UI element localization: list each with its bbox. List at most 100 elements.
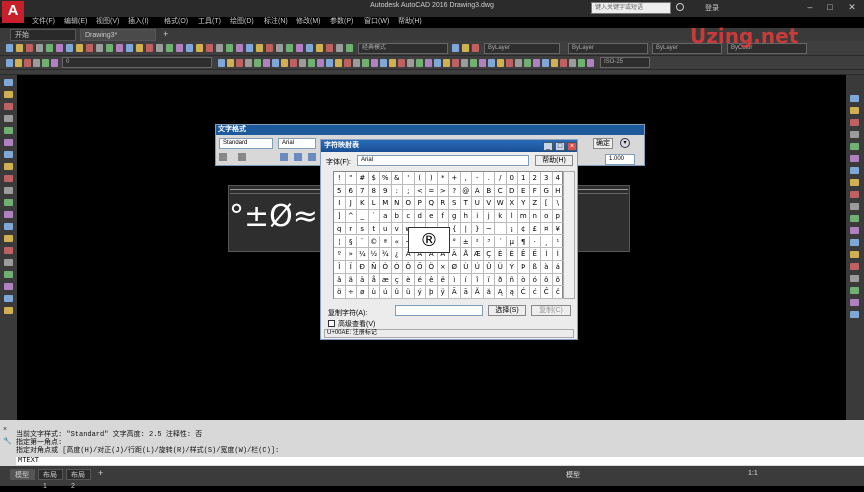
character-cell[interactable]: G: [541, 184, 553, 198]
character-cell[interactable]: (: [414, 172, 426, 185]
character-cell[interactable]: µ: [506, 235, 518, 249]
tool-icon[interactable]: [850, 155, 859, 162]
toolbar-button-icon[interactable]: [196, 44, 203, 52]
character-cell[interactable]: Î: [334, 260, 346, 274]
character-cell[interactable]: 1: [518, 172, 530, 185]
character-cell[interactable]: ¨: [357, 235, 369, 249]
toolbar-button-icon[interactable]: [335, 59, 342, 67]
toolbar-button-icon[interactable]: [462, 44, 469, 52]
character-cell[interactable]: ë: [437, 273, 449, 287]
toolbar-button-icon[interactable]: [371, 59, 378, 67]
toolbar-button-icon[interactable]: [515, 59, 522, 67]
toolbar-button-icon[interactable]: [256, 44, 263, 52]
toolbar-button-icon[interactable]: [216, 44, 223, 52]
character-cell[interactable]: Ú: [472, 260, 484, 274]
character-cell[interactable]: [495, 222, 507, 236]
character-cell[interactable]: Þ: [518, 260, 530, 274]
character-cell[interactable]: °: [449, 235, 461, 249]
character-cell[interactable]: º: [334, 248, 346, 261]
close-icon[interactable]: ×: [3, 426, 7, 433]
character-cell[interactable]: f: [437, 210, 449, 223]
character-cell[interactable]: ]: [334, 210, 346, 223]
tool-icon[interactable]: [850, 143, 859, 150]
toolbar-button-icon[interactable]: [461, 59, 468, 67]
character-cell[interactable]: ,: [460, 172, 472, 185]
toolbar-button-icon[interactable]: [452, 59, 459, 67]
toolbar-button-icon[interactable]: [452, 44, 459, 52]
tool-icon[interactable]: [4, 223, 13, 230]
character-cell[interactable]: #: [357, 172, 369, 185]
character-cell[interactable]: 0: [506, 172, 518, 185]
character-cell[interactable]: ©: [368, 235, 380, 249]
toolbar-button-icon[interactable]: [362, 59, 369, 67]
toolbar-button-icon[interactable]: [326, 59, 333, 67]
tool-icon[interactable]: [4, 235, 13, 242]
character-cell[interactable]: §: [345, 235, 357, 249]
toolbar-button-icon[interactable]: [425, 59, 432, 67]
toolbar-button-icon[interactable]: [206, 44, 213, 52]
model-space-toggle[interactable]: 模型: [566, 470, 580, 480]
advanced-view-checkbox[interactable]: [328, 320, 335, 327]
toolbar-button-icon[interactable]: [254, 59, 261, 67]
tool-icon[interactable]: [850, 275, 859, 282]
character-cell[interactable]: =: [426, 184, 438, 198]
character-cell[interactable]: 5: [334, 184, 346, 198]
tool-icon[interactable]: [850, 107, 859, 114]
options-icon[interactable]: ▾: [620, 138, 630, 148]
character-cell[interactable]: ¢: [518, 222, 530, 236]
menu-item[interactable]: 视图(V): [96, 16, 119, 26]
character-cell[interactable]: 3: [541, 172, 553, 185]
wrench-icon[interactable]: 🔧: [3, 437, 12, 445]
character-cell[interactable]: v: [391, 222, 403, 236]
character-cell[interactable]: ã: [345, 273, 357, 287]
character-cell[interactable]: W: [495, 197, 507, 211]
align-right-icon[interactable]: [308, 153, 316, 161]
align-left-icon[interactable]: [280, 153, 288, 161]
toolbar-button-icon[interactable]: [336, 44, 343, 52]
character-cell[interactable]: ê: [426, 273, 438, 287]
tool-icon[interactable]: [850, 203, 859, 210]
toolbar-button-icon[interactable]: [290, 59, 297, 67]
character-cell[interactable]: Ë: [529, 248, 541, 261]
character-cell[interactable]: b: [391, 210, 403, 223]
character-cell[interactable]: d: [414, 210, 426, 223]
toolbar-button-icon[interactable]: [156, 44, 163, 52]
character-cell[interactable]: ą: [506, 286, 518, 299]
workspace-dropdown[interactable]: 经典模式: [358, 43, 448, 54]
character-cell[interactable]: »: [345, 248, 357, 261]
character-cell[interactable]: J: [345, 197, 357, 211]
toolbar-button-icon[interactable]: [380, 59, 387, 67]
toolbar-button-icon[interactable]: [42, 59, 49, 67]
character-cell[interactable]: ø: [357, 286, 369, 299]
toolbar-button-icon[interactable]: [51, 59, 58, 67]
select-button[interactable]: 选择(S): [488, 305, 526, 316]
character-cell[interactable]: ā: [460, 286, 472, 299]
dimstyle-dropdown[interactable]: ISO-25: [600, 57, 650, 68]
toolbar-button-icon[interactable]: [6, 44, 13, 52]
character-cell[interactable]: 8: [368, 184, 380, 198]
character-cell[interactable]: c: [403, 210, 415, 223]
character-cell[interactable]: *: [437, 172, 449, 185]
toolbar-button-icon[interactable]: [316, 44, 323, 52]
character-cell[interactable]: Ì: [541, 248, 553, 261]
character-cell[interactable]: ;: [403, 184, 415, 198]
toolbar-button-icon[interactable]: [416, 59, 423, 67]
character-cell[interactable]: «: [391, 235, 403, 249]
character-cell[interactable]: `: [368, 210, 380, 223]
character-cell[interactable]: Ö: [426, 260, 438, 274]
character-cell[interactable]: |: [460, 222, 472, 236]
toolbar-button-icon[interactable]: [434, 59, 441, 67]
character-cell[interactable]: Ý: [506, 260, 518, 274]
character-cell[interactable]: þ: [426, 286, 438, 299]
character-cell[interactable]: ÿ: [437, 286, 449, 299]
character-cell[interactable]: Ą: [495, 286, 507, 299]
character-cell[interactable]: ¡: [506, 222, 518, 236]
character-cell[interactable]: P: [414, 197, 426, 211]
toolbar-button-icon[interactable]: [281, 59, 288, 67]
tool-icon[interactable]: [4, 247, 13, 254]
toolbar-button-icon[interactable]: [353, 59, 360, 67]
character-cell[interactable]: í: [460, 273, 472, 287]
menu-item[interactable]: 文件(F): [32, 16, 55, 26]
character-cell[interactable]: ü: [403, 286, 415, 299]
character-cell[interactable]: ¾: [380, 248, 392, 261]
